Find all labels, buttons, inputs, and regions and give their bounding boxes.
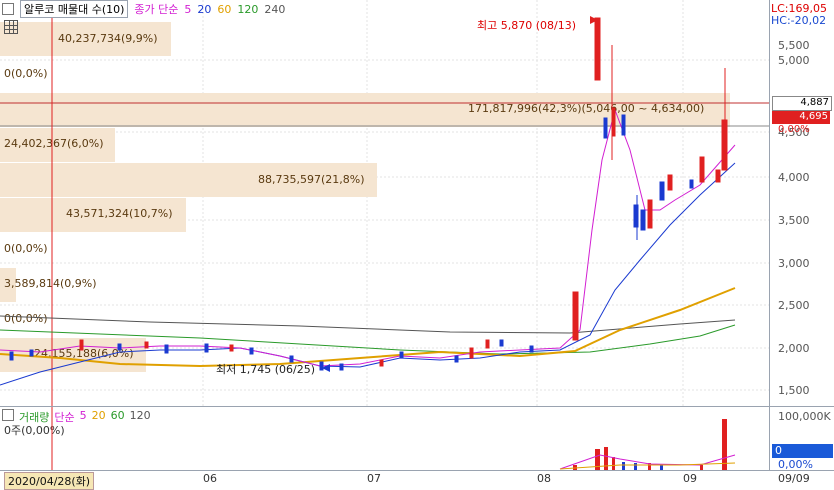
date-tick: 06 [203,472,217,485]
ma-period-120: 120 [237,2,259,16]
ma-240-line [0,315,736,334]
indicator-title[interactable]: 알루코 매물대 수(10) [20,0,129,18]
grid-table-icon[interactable] [4,20,18,34]
axis-tick: 4,000 [778,171,810,184]
current-pct: 0,00% [778,124,810,135]
cursor-date-label: 2020/04/28(화) [4,472,95,490]
ma-title: 종가 단순 [134,3,179,16]
candles [9,17,728,371]
axis-tick: 3,000 [778,257,810,270]
ma-period-20: 20 [197,2,212,16]
axis-tick: 1,500 [778,384,810,397]
indicator-checkbox[interactable] [2,3,14,15]
axis-tick: 3,500 [778,214,810,227]
price-chart-area[interactable]: 40,237,734(9,9%) 0(0,0%) 171,817,996(42,… [0,0,769,406]
chart-header: 알루코 매물대 수(10) 종가 단순 5 20 60 120 240 [0,0,286,18]
ma-period-5: 5 [184,2,192,16]
high-annotation: 최고 5,870 (08/13) [477,19,577,32]
axis-tick: 2,000 [778,342,810,355]
axis-tick: 5,500 [778,39,810,52]
price-axis[interactable]: LC:169,05 HC:-20,02 5,500 5,000 4,500 4,… [769,0,834,406]
ma-20-line [0,162,736,386]
volume-axis[interactable]: 100,000K 0 0,00% [769,406,834,471]
volume-axis-label: 100,000K [778,410,831,423]
stock-chart-window: 40,237,734(9,9%) 0(0,0%) 171,817,996(42,… [0,0,834,490]
hc-label: HC:-20,02 [771,14,827,27]
current-price-box: 4,695 [772,111,830,124]
date-axis[interactable]: 2020/04/28(화) 06 07 08 09 09/09 [0,470,834,490]
ma-period-60: 60 [217,2,232,16]
date-tick: 09 [683,472,697,485]
low-annotation: 최저 1,745 (06/25) [216,363,316,376]
date-tick: 07 [367,472,381,485]
volume-chart-area[interactable]: 거래량 단순 5 20 60 120 0주(0,00%) [0,406,769,471]
price-series-svg [0,0,769,406]
volume-current-box: 0 [772,444,833,458]
date-tick: 08 [537,472,551,485]
high-price-box: 4,887 [772,96,832,111]
ma-period-240: 240 [264,2,286,16]
date-right-label: 09/09 [778,472,810,485]
volume-bars-svg [51,407,736,471]
axis-tick: 2,500 [778,299,810,312]
axis-tick: 5,000 [778,54,810,67]
